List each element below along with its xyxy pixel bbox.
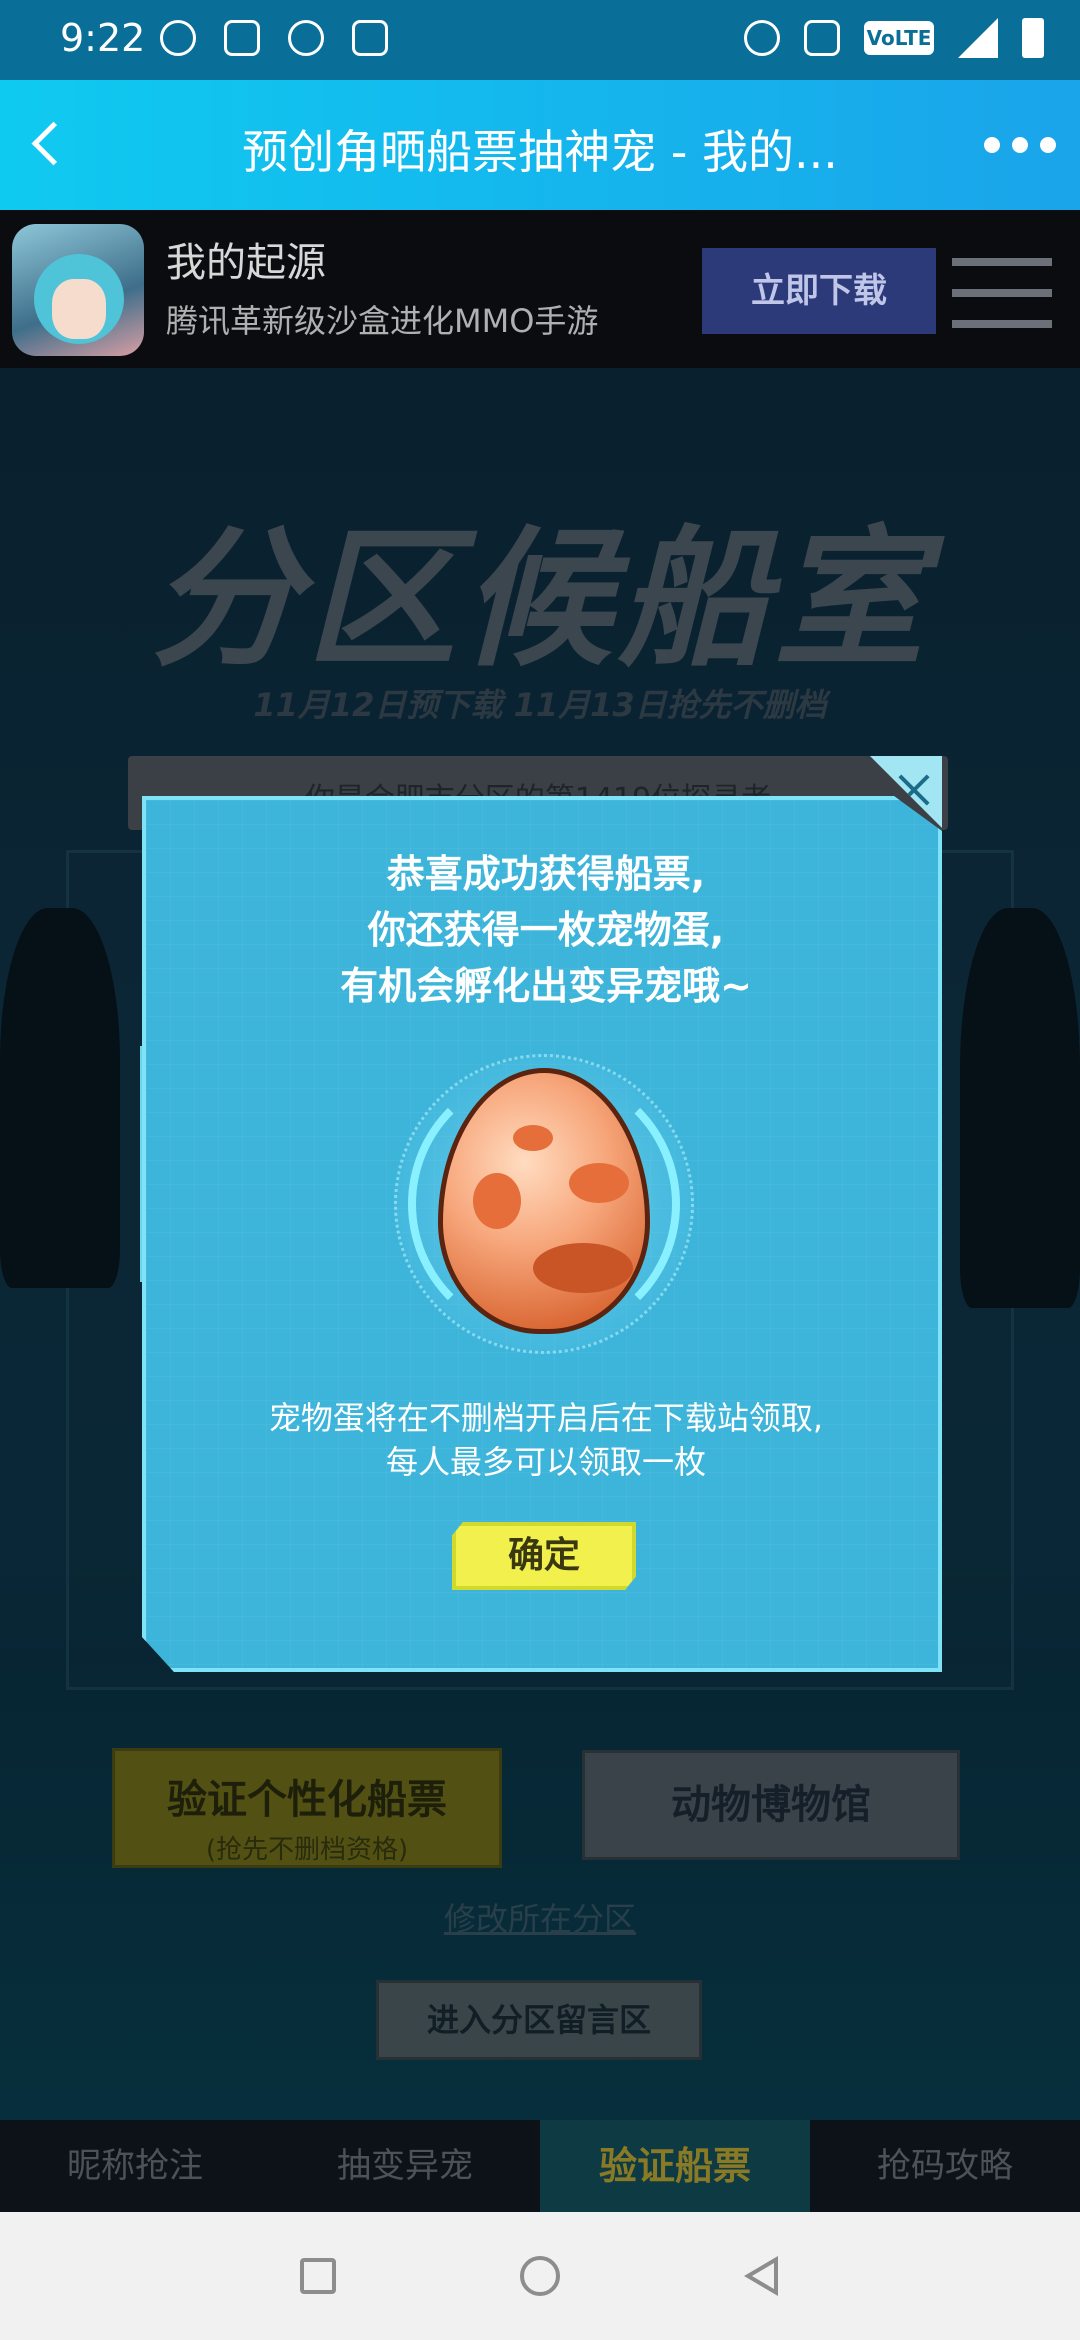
modal-message-line2: 你还获得一枚宠物蛋, — [367, 908, 725, 952]
tab-draw-pet[interactable]: 抽变异宠 — [270, 2120, 540, 2212]
back-triangle-icon[interactable] — [744, 2256, 778, 2296]
nfc-icon — [804, 20, 840, 56]
battery-icon — [1022, 18, 1044, 58]
tab-nickname[interactable]: 昵称抢注 — [0, 2120, 270, 2212]
bottom-tabs: 昵称抢注 抽变异宠 验证船票 抢码攻略 — [0, 2120, 1080, 2212]
system-nav-bar — [0, 2212, 1080, 2340]
app-download-banner: 我的起源 腾讯革新级沙盒进化MMO手游 立即下载 — [0, 210, 1080, 368]
tab-verify-ticket[interactable]: 验证船票 — [540, 2120, 810, 2212]
page-title: 预创角晒船票抽神宠 - 我的... — [242, 125, 838, 179]
download-icon — [352, 20, 388, 56]
modal-message-line1: 恭喜成功获得船票, — [386, 852, 706, 896]
more-dots-icon[interactable] — [984, 130, 1056, 160]
tab-code-guide[interactable]: 抢码攻略 — [810, 2120, 1080, 2212]
gallery-icon — [224, 20, 260, 56]
modal-note-line1: 宠物蛋将在不删档开启后在下载站领取, — [268, 1399, 824, 1437]
app-logo — [12, 224, 144, 356]
status-time: 9:22 — [60, 16, 146, 60]
alarm-icon — [744, 20, 780, 56]
volte-icon: VoLTE — [864, 21, 934, 55]
app-description: 腾讯革新级沙盒进化MMO手游 — [166, 302, 599, 340]
system-icons: VoLTE — [744, 18, 1044, 58]
qq-icon — [160, 20, 196, 56]
nav-header: 预创角晒船票抽神宠 - 我的... — [0, 80, 1080, 210]
chevron-left-icon[interactable] — [22, 118, 76, 172]
hamburger-menu-icon[interactable] — [952, 258, 1052, 328]
notification-icons — [160, 20, 388, 56]
status-bar: 9:22 VoLTE — [0, 0, 1080, 80]
modal-message-line3: 有机会孵化出变异宠哦~ — [340, 964, 752, 1008]
modal-note: 宠物蛋将在不删档开启后在下载站领取, 每人最多可以领取一枚 — [146, 1396, 942, 1484]
download-button[interactable]: 立即下载 — [702, 248, 936, 334]
reward-modal: 恭喜成功获得船票, 你还获得一枚宠物蛋, 有机会孵化出变异宠哦~ 宠物蛋将在不删… — [142, 796, 942, 1672]
confirm-button[interactable]: 确定 — [452, 1522, 636, 1590]
modal-message: 恭喜成功获得船票, 你还获得一枚宠物蛋, 有机会孵化出变异宠哦~ — [146, 846, 942, 1014]
modal-note-line2: 每人最多可以领取一枚 — [385, 1443, 706, 1481]
signal-icon — [958, 18, 998, 58]
recents-icon[interactable] — [300, 2258, 336, 2294]
app-name: 我的起源 — [166, 240, 326, 286]
home-icon[interactable] — [520, 2256, 560, 2296]
timer-icon — [288, 20, 324, 56]
